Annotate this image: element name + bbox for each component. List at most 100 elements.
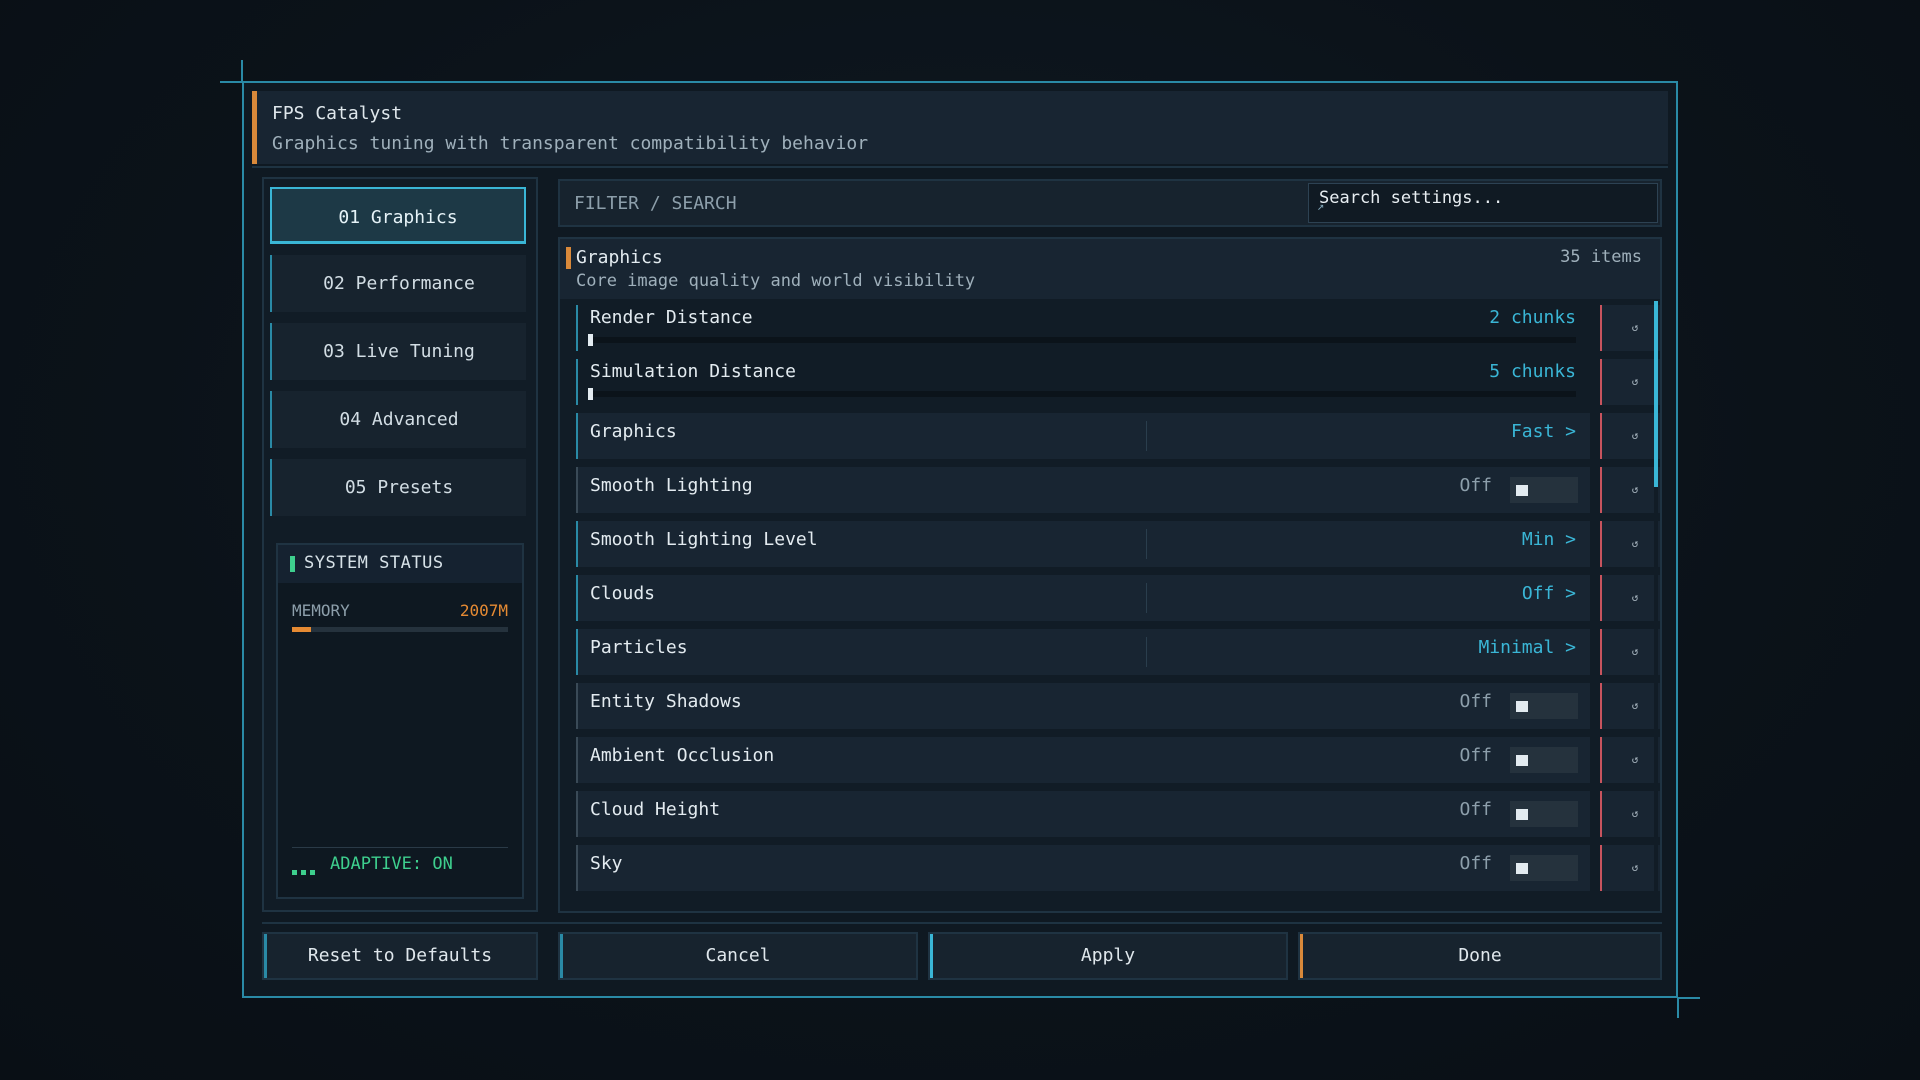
reset-setting-button[interactable]: ↺ [1600,467,1660,513]
sidebar-item-graphics[interactable]: 01 Graphics [270,187,526,244]
cancel-label: Cancel [705,945,771,966]
cycle-divider [1146,583,1147,613]
section-title: Graphics [576,247,663,268]
apply-button[interactable]: Apply [928,932,1288,980]
reset-icon: ↺ [1631,321,1639,334]
reset-icon: ↺ [1631,699,1639,712]
setting-name: Particles [590,637,688,658]
frame-corner-tick [1677,998,1679,1018]
setting-name: Entity Shadows [590,691,742,712]
scrollbar-thumb[interactable] [1654,301,1658,487]
setting-name: Smooth Lighting Level [590,529,818,550]
reset-setting-button[interactable]: ↺ [1600,305,1660,351]
setting-name: Ambient Occlusion [590,745,775,766]
settings-scrollbar[interactable] [1654,301,1658,911]
setting-value: 5 chunks [1489,361,1576,382]
reset-icon: ↺ [1631,429,1639,442]
app-title: FPS Catalyst [272,103,403,124]
cycle-value[interactable]: Off > [1522,583,1576,604]
reset-defaults-button[interactable]: Reset to Defaults [262,932,538,980]
adaptive-dots-icon [292,862,319,881]
cycle-value[interactable]: Fast > [1511,421,1576,442]
slider-track[interactable] [588,337,1576,343]
memory-value: 2007M [459,601,508,620]
reset-setting-button[interactable]: ↺ [1600,629,1660,675]
toggle-state-label: Off [1459,853,1492,874]
reset-setting-button[interactable]: ↺ [1600,845,1660,891]
setting-name: Cloud Height [590,799,721,820]
cycle-divider [1146,529,1147,559]
reset-setting-button[interactable]: ↺ [1600,791,1660,837]
search-box[interactable]: ↗ [1308,183,1658,223]
toggle-switch[interactable] [1510,801,1578,827]
toggle-switch[interactable] [1510,747,1578,773]
sidebar-item-advanced[interactable]: 04 Advanced [270,391,526,448]
reset-icon: ↺ [1631,375,1639,388]
header-divider [252,166,1668,168]
toggle-switch[interactable] [1510,693,1578,719]
system-status-title: SYSTEM STATUS [304,553,444,573]
settings-list: Render Distance 2 chunks ↺ Simulation Dista… [560,301,1660,911]
done-button[interactable]: Done [1298,932,1662,980]
system-status-header: SYSTEM STATUS [278,545,522,583]
setting-name: Clouds [590,583,656,604]
setting-row-ambient-occlusion[interactable]: Ambient Occlusion Off [576,737,1590,783]
filter-search-label: FILTER / SEARCH [574,193,737,214]
reset-setting-button[interactable]: ↺ [1600,413,1660,459]
toggle-switch[interactable] [1510,855,1578,881]
toggle-knob [1516,755,1528,766]
cycle-divider [1146,421,1147,451]
cycle-value[interactable]: Min > [1522,529,1576,550]
section-header: Graphics Core image quality and world vi… [560,239,1660,299]
cycle-divider [1146,637,1147,667]
setting-row-clouds[interactable]: Clouds Off > [576,575,1590,621]
setting-row-cloud-height[interactable]: Cloud Height Off [576,791,1590,837]
toggle-knob [1516,701,1528,712]
setting-name: Smooth Lighting [590,475,753,496]
setting-row-graphics[interactable]: Graphics Fast > [576,413,1590,459]
window-header: FPS Catalyst Graphics tuning with transp… [252,91,1668,164]
setting-row-particles[interactable]: Particles Minimal > [576,629,1590,675]
setting-row-smooth-lighting[interactable]: Smooth Lighting Off [576,467,1590,513]
setting-row-entity-shadows[interactable]: Entity Shadows Off [576,683,1590,729]
sidebar-item-live-tuning[interactable]: 03 Live Tuning [270,323,526,380]
reset-setting-button[interactable]: ↺ [1600,359,1660,405]
status-indicator [290,556,295,572]
section-accent [566,247,571,269]
setting-row-simulation-distance[interactable]: Simulation Distance 5 chunks [576,359,1590,405]
toggle-knob [1516,809,1528,820]
reset-icon: ↺ [1631,591,1639,604]
cycle-value[interactable]: Minimal > [1478,637,1576,658]
reset-setting-button[interactable]: ↺ [1600,521,1660,567]
sidebar-item-performance[interactable]: 02 Performance [270,255,526,312]
memory-bar-fill [292,627,312,632]
setting-name: Sky [590,853,623,874]
slider-thumb[interactable] [588,388,593,400]
apply-label: Apply [1080,945,1136,966]
setting-row-sky[interactable]: Sky Off [576,845,1590,891]
setting-name: Graphics [590,421,677,442]
toggle-state-label: Off [1459,475,1492,496]
cancel-button[interactable]: Cancel [558,932,918,980]
status-divider [292,847,508,848]
reset-defaults-label: Reset to Defaults [307,945,493,966]
reset-icon: ↺ [1631,483,1639,496]
toggle-state-label: Off [1459,691,1492,712]
toggle-switch[interactable] [1510,477,1578,503]
sidebar-item-presets[interactable]: 05 Presets [270,459,526,516]
sidebar: 01 Graphics 02 Performance 03 Live Tuning 0… [262,177,538,912]
setting-row-smooth-lighting-level[interactable]: Smooth Lighting Level Min > [576,521,1590,567]
setting-value: 2 chunks [1489,307,1576,328]
setting-row-render-distance[interactable]: Render Distance 2 chunks [576,305,1590,351]
frame-corner-tick [241,60,243,82]
settings-panel: Graphics Core image quality and world vi… [558,237,1662,913]
reset-setting-button[interactable]: ↺ [1600,737,1660,783]
adaptive-status: ADAPTIVE: ON [330,854,453,874]
slider-track[interactable] [588,391,1576,397]
filter-search-bar: FILTER / SEARCH ↗ [558,179,1662,227]
search-input[interactable] [1319,187,1639,209]
reset-setting-button[interactable]: ↺ [1600,683,1660,729]
reset-icon: ↺ [1631,861,1639,874]
reset-setting-button[interactable]: ↺ [1600,575,1660,621]
slider-thumb[interactable] [588,334,593,346]
